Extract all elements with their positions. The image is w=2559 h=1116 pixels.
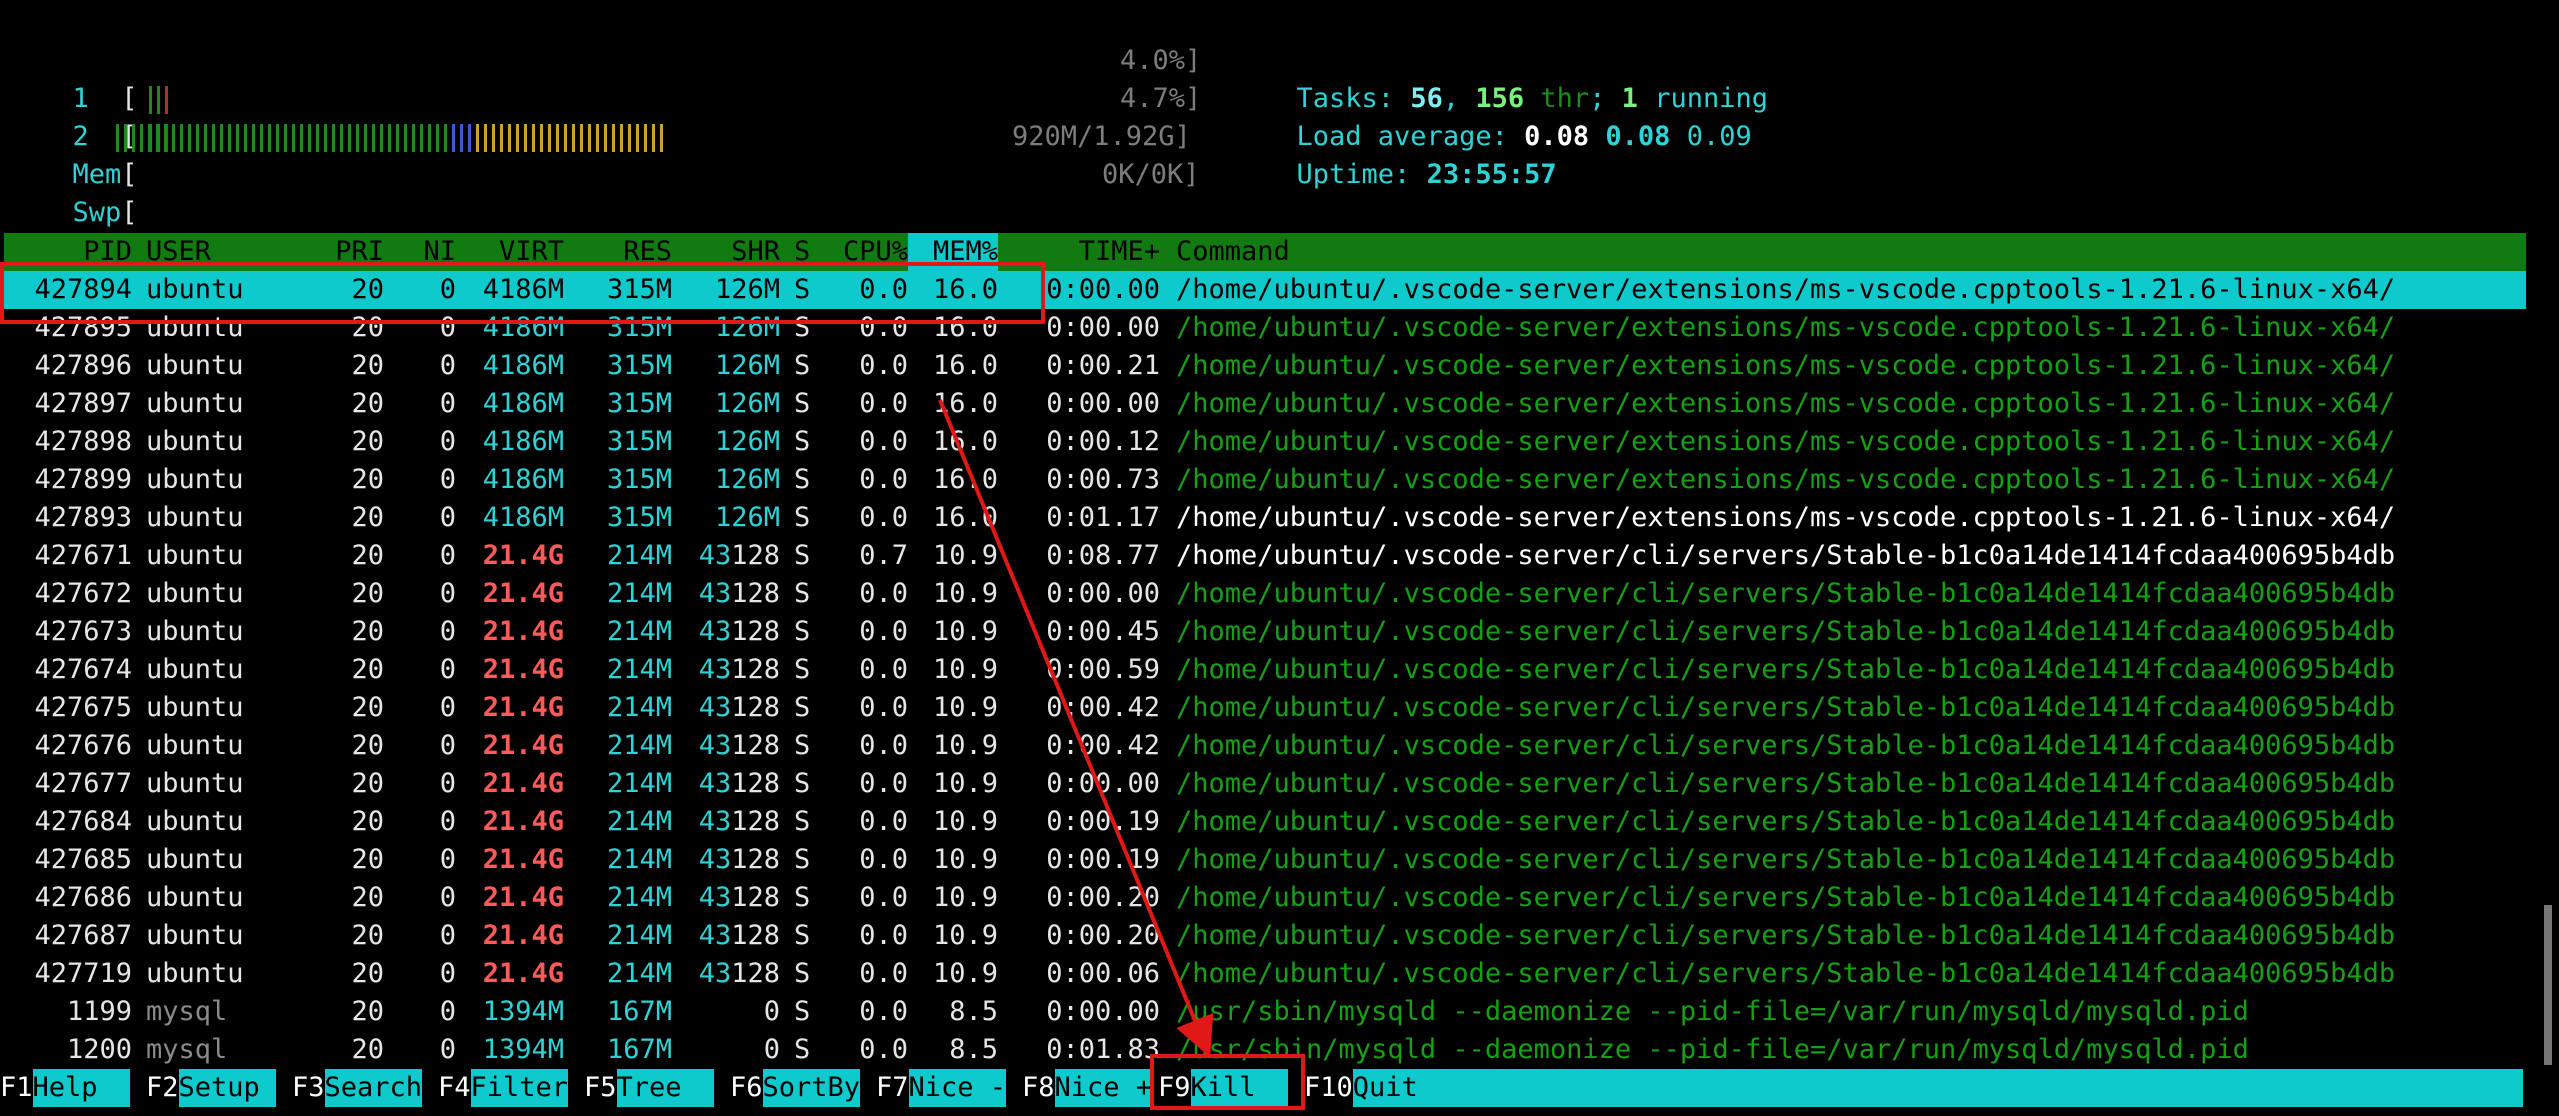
- annotation-arrow: [938, 399, 1214, 1058]
- scrollbar[interactable]: [2544, 905, 2552, 1065]
